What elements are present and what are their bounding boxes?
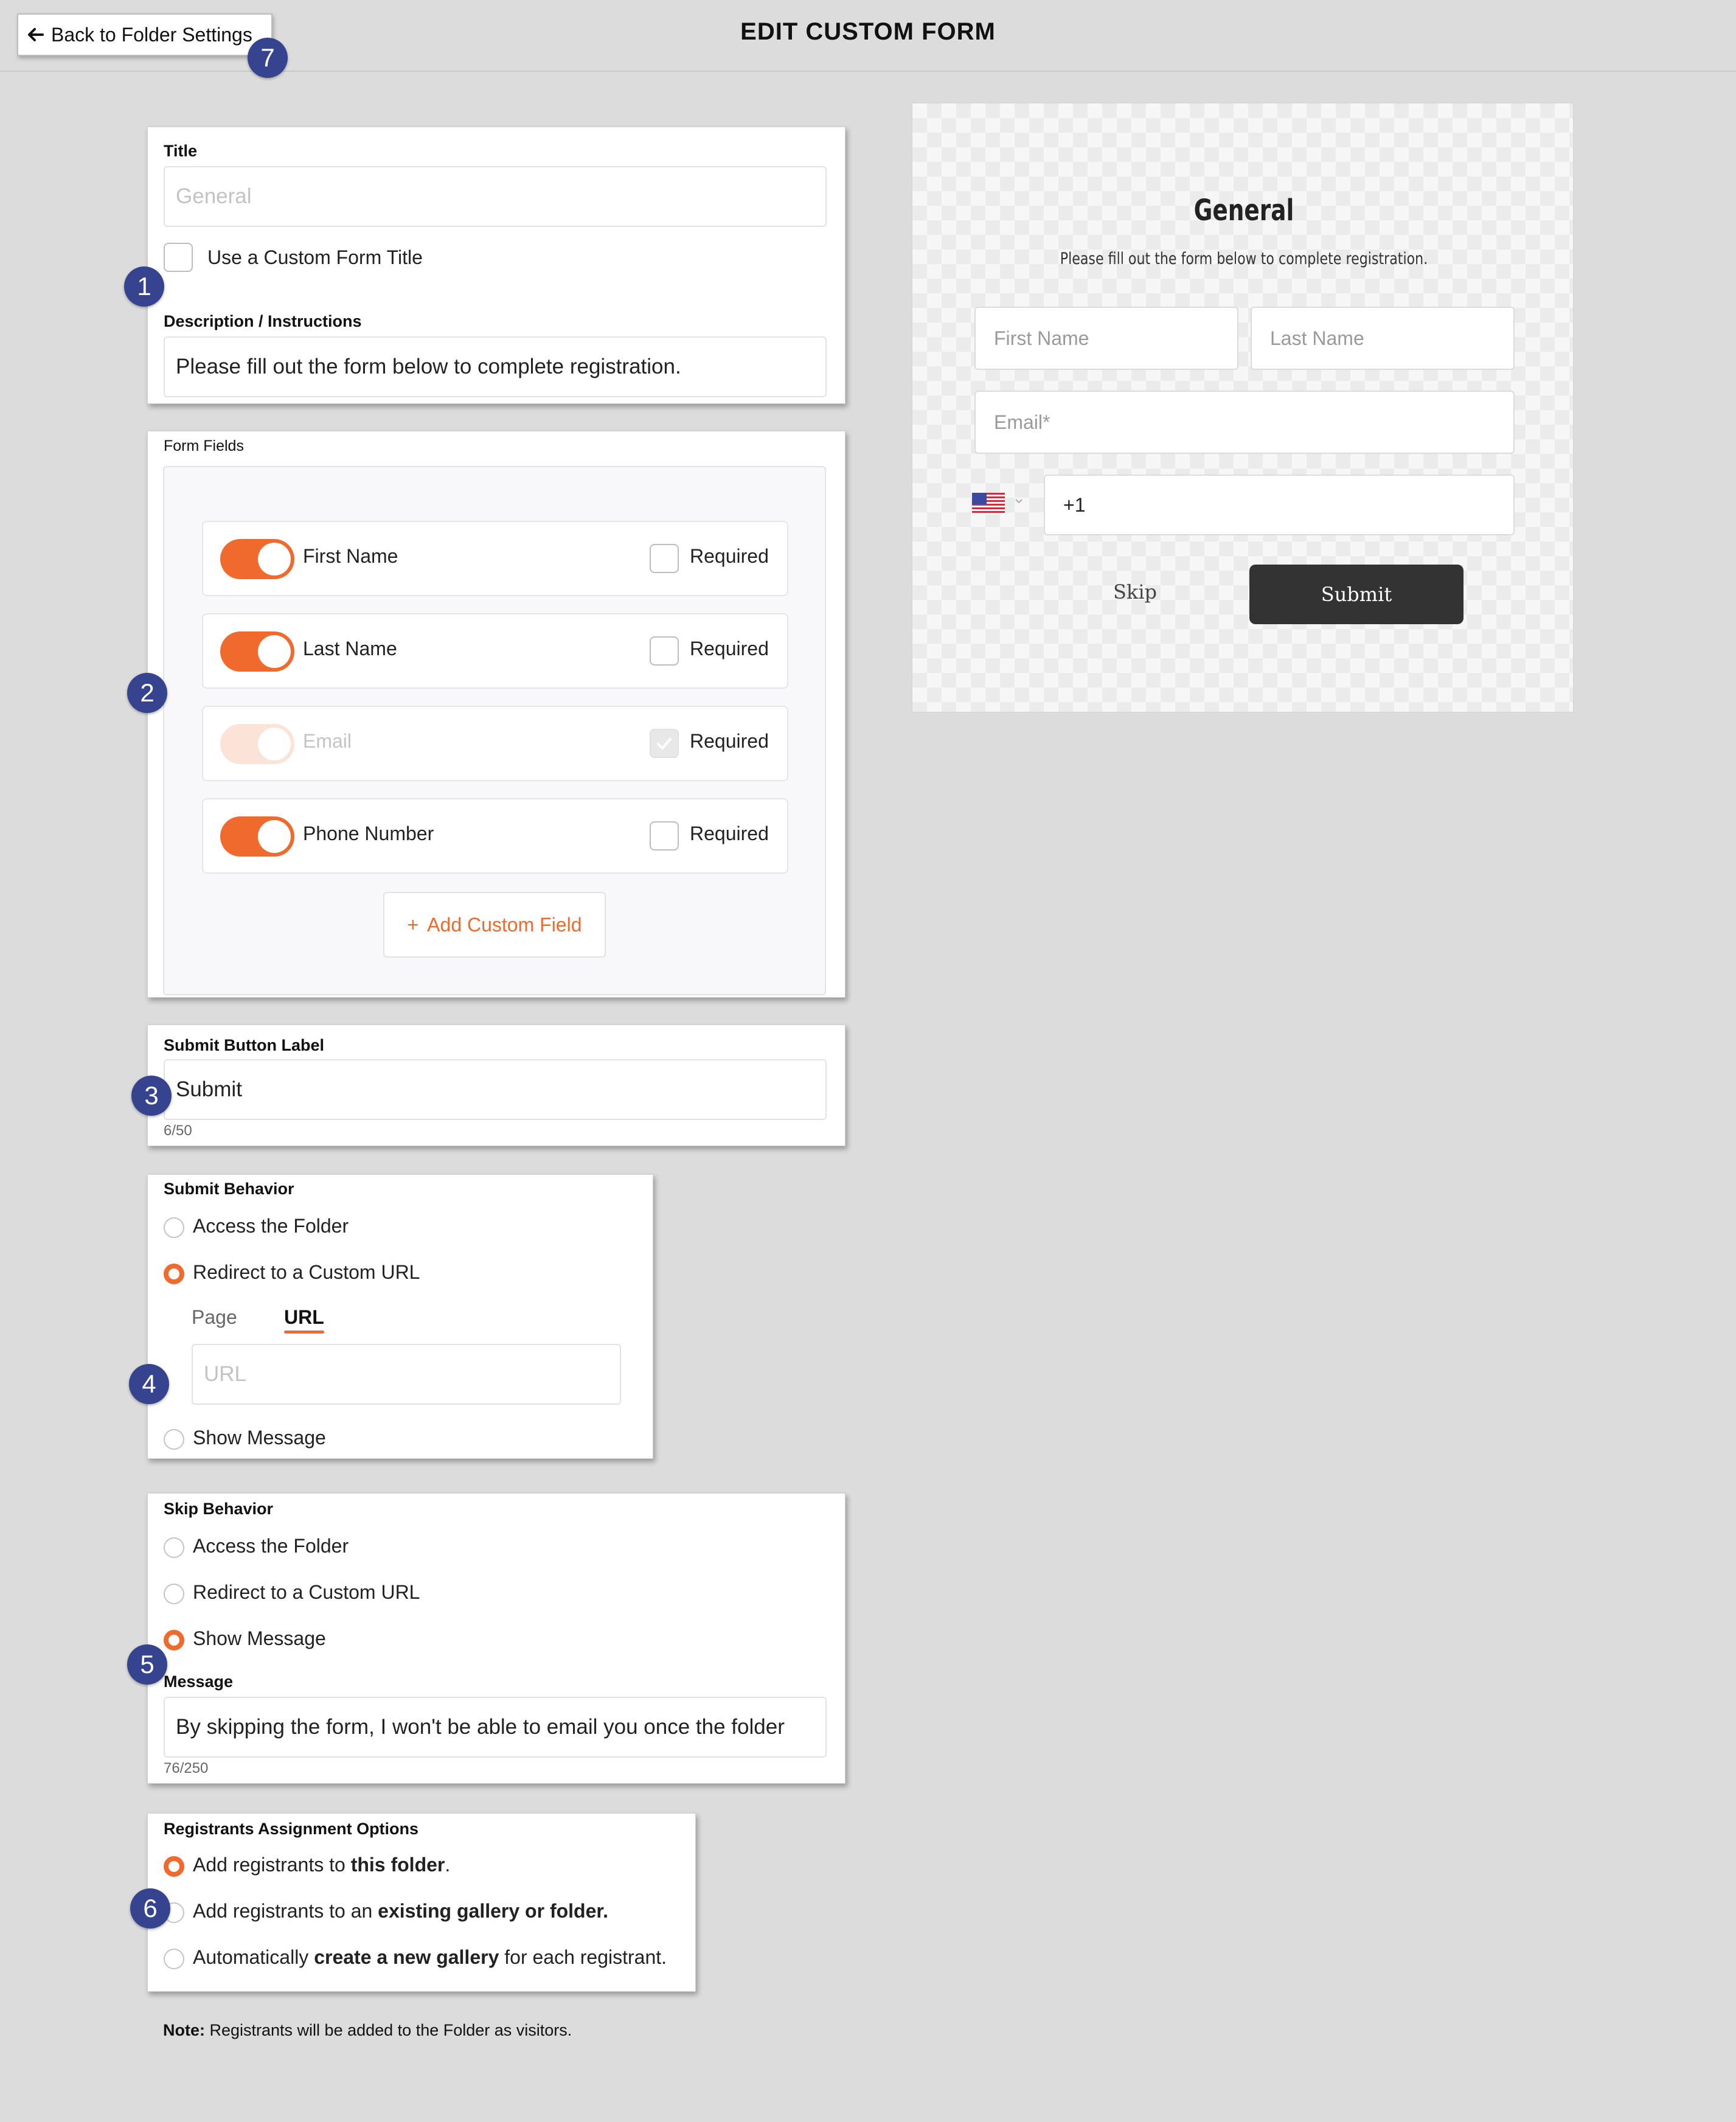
registrants-note: Note: Registrants will be added to the F…: [163, 2021, 572, 2039]
registrants-option-this-folder: Add registrants to this folder.: [193, 1854, 451, 1876]
phone-number-required-checkbox[interactable]: [650, 821, 679, 851]
field-row-phone-number: Phone Number Required: [202, 798, 788, 874]
us-flag-icon[interactable]: [972, 493, 1005, 515]
checkmark-icon: [657, 738, 672, 750]
tab-url[interactable]: URL: [284, 1306, 324, 1329]
submit-button-label-input[interactable]: Submit: [164, 1059, 827, 1120]
required-label: Required: [690, 638, 769, 659]
submit-button-label-label: Submit Button Label: [164, 1036, 324, 1054]
skip-option-label: Redirect to a Custom URL: [193, 1581, 420, 1603]
last-name-required-checkbox[interactable]: [650, 636, 679, 666]
preview-email-input[interactable]: Email*: [974, 391, 1515, 454]
registrants-this-folder-radio[interactable]: [164, 1856, 184, 1877]
registrants-new-gallery-radio[interactable]: [164, 1949, 184, 1969]
skip-redirect-url-radio[interactable]: [164, 1584, 184, 1604]
field-row-first-name: First Name Required: [202, 521, 788, 596]
add-custom-field-label: Add Custom Field: [427, 913, 582, 936]
registrants-card: Registrants Assignment Options Add regis…: [147, 1813, 696, 1992]
skip-option-label: Show Message: [193, 1627, 326, 1649]
custom-title-label: Use a Custom Form Title: [207, 246, 423, 268]
required-label: Required: [690, 730, 769, 752]
step-badge-6: 6: [130, 1888, 170, 1929]
phone-number-toggle[interactable]: [220, 816, 294, 857]
preview-last-name-input[interactable]: Last Name: [1251, 307, 1515, 370]
preview-skip-button[interactable]: Skip: [1113, 580, 1157, 604]
step-badge-2: 2: [127, 673, 167, 713]
registrants-option-existing: Add registrants to an existing gallery o…: [193, 1900, 608, 1922]
add-custom-field-button[interactable]: + Add Custom Field: [383, 892, 606, 958]
field-row-email: Email Required: [202, 706, 788, 781]
form-fields-panel: First Name Required Last Name Required E…: [163, 466, 826, 995]
skip-show-message-radio[interactable]: [164, 1630, 184, 1651]
chevron-down-icon[interactable]: [1013, 495, 1024, 506]
plus-icon: +: [407, 913, 419, 936]
preview-submit-button[interactable]: Submit: [1249, 565, 1463, 624]
submit-label-card: Submit Button Label Submit 6/50: [147, 1024, 845, 1146]
first-name-toggle[interactable]: [220, 539, 294, 579]
message-label: Message: [164, 1672, 234, 1691]
field-name: First Name: [303, 545, 398, 567]
required-label: Required: [690, 545, 769, 567]
skip-access-folder-radio[interactable]: [164, 1537, 184, 1558]
preview-first-name-input[interactable]: First Name: [974, 307, 1238, 370]
field-name: Phone Number: [303, 823, 434, 844]
skip-option-label: Access the Folder: [193, 1535, 349, 1557]
field-row-last-name: Last Name Required: [202, 613, 788, 689]
step-badge-3: 3: [131, 1076, 172, 1116]
description-label: Description / Instructions: [164, 312, 362, 330]
description-input[interactable]: Please fill out the form below to comple…: [164, 336, 827, 397]
step-badge-5: 5: [127, 1644, 167, 1685]
submit-behavior-label: Submit Behavior: [164, 1180, 294, 1198]
registrants-label: Registrants Assignment Options: [164, 1820, 419, 1838]
preview-description: Please fill out the form below to comple…: [1060, 249, 1428, 268]
form-preview: General Please fill out the form below t…: [911, 102, 1574, 713]
title-input[interactable]: General: [164, 166, 827, 227]
submit-show-message-radio[interactable]: [164, 1429, 184, 1450]
last-name-toggle[interactable]: [220, 631, 294, 672]
skip-behavior-card: Skip Behavior Access the Folder Redirect…: [147, 1493, 845, 1784]
tab-page[interactable]: Page: [192, 1306, 237, 1329]
submit-option-label: Access the Folder: [193, 1215, 349, 1237]
email-toggle: [220, 724, 294, 764]
submit-behavior-card: Submit Behavior Access the Folder Redire…: [147, 1174, 653, 1459]
required-label: Required: [690, 823, 769, 844]
submit-access-folder-radio[interactable]: [164, 1217, 184, 1238]
submit-redirect-url-radio[interactable]: [164, 1264, 184, 1284]
skip-message-counter: 76/250: [164, 1760, 209, 1776]
email-required-checkbox: [650, 729, 679, 758]
registrants-option-new-gallery: Automatically create a new gallery for e…: [193, 1946, 667, 1968]
form-fields-label: Form Fields: [164, 437, 244, 454]
submit-label-counter: 6/50: [164, 1122, 192, 1139]
title-label: Title: [164, 142, 198, 160]
submit-option-label: Show Message: [193, 1427, 326, 1449]
submit-url-input[interactable]: URL: [192, 1344, 621, 1405]
custom-title-checkbox[interactable]: [164, 243, 193, 272]
step-badge-1: 1: [124, 266, 164, 307]
step-badge-7: 7: [248, 38, 288, 78]
submit-option-label: Redirect to a Custom URL: [193, 1261, 420, 1283]
preview-title: General: [1193, 193, 1294, 228]
field-name: Email: [303, 730, 352, 752]
active-tab-underline: [284, 1331, 324, 1334]
first-name-required-checkbox[interactable]: [650, 544, 679, 573]
skip-behavior-label: Skip Behavior: [164, 1500, 274, 1518]
field-name: Last Name: [303, 638, 397, 659]
title-card: Title General Use a Custom Form Title De…: [147, 127, 845, 404]
step-badge-4: 4: [129, 1364, 169, 1404]
skip-message-input[interactable]: By skipping the form, I won't be able to…: [164, 1697, 827, 1758]
preview-phone-input[interactable]: +1: [1044, 475, 1515, 535]
